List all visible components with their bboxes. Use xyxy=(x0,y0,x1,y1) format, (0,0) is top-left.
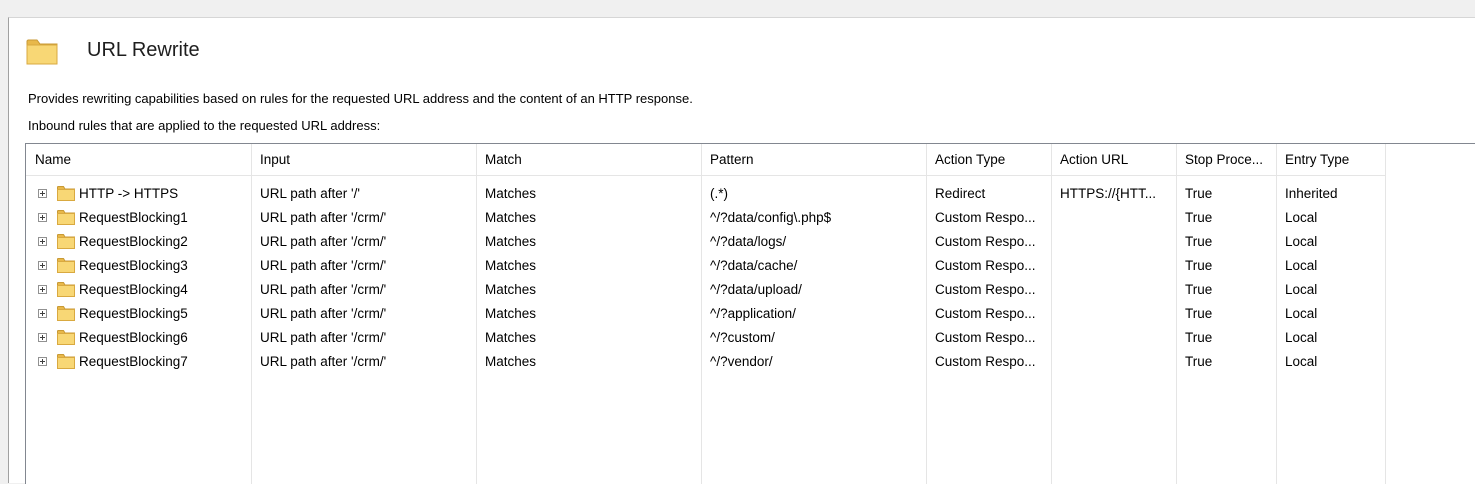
rule-entry-type: Local xyxy=(1285,354,1318,369)
rule-action-url xyxy=(1051,350,1176,374)
column-header-match[interactable]: Match xyxy=(476,144,701,175)
rule-input: URL path after '/crm/' xyxy=(260,258,387,273)
folder-icon xyxy=(26,39,58,65)
rule-stop-processing: True xyxy=(1185,234,1213,249)
rule-pattern: (.*) xyxy=(710,186,728,201)
rule-stop-processing: True xyxy=(1185,306,1213,321)
rule-entry-type: Local xyxy=(1285,258,1318,273)
rule-match: Matches xyxy=(485,282,537,297)
rule-match: Matches xyxy=(485,186,537,201)
rule-name: RequestBlocking1 xyxy=(79,210,188,225)
rule-match: Matches xyxy=(485,258,537,273)
table-row[interactable]: RequestBlocking6 URL path after '/crm/' … xyxy=(26,326,1385,350)
rule-pattern: ^/?data/logs/ xyxy=(710,234,787,249)
rule-stop-processing: True xyxy=(1185,258,1213,273)
rule-action-url xyxy=(1051,206,1176,230)
column-header-entry-type[interactable]: Entry Type xyxy=(1276,144,1385,175)
rule-action-type: Custom Respo... xyxy=(935,306,1036,321)
rule-pattern: ^/?data/cache/ xyxy=(710,258,798,273)
rule-action-url xyxy=(1051,278,1176,302)
rule-name: HTTP -> HTTPS xyxy=(79,186,179,201)
rule-action-type: Custom Respo... xyxy=(935,354,1036,369)
rule-pattern: ^/?custom/ xyxy=(710,330,775,345)
rule-stop-processing: True xyxy=(1185,330,1213,345)
rule-name: RequestBlocking5 xyxy=(79,306,188,321)
rule-input: URL path after '/crm/' xyxy=(260,354,387,369)
page-title: URL Rewrite xyxy=(87,39,200,61)
rule-name: RequestBlocking4 xyxy=(79,282,188,297)
rule-entry-type: Local xyxy=(1285,234,1318,249)
inbound-rules-label: Inbound rules that are applied to the re… xyxy=(28,118,381,133)
column-header-stop-processing[interactable]: Stop Proce... xyxy=(1176,144,1276,175)
rule-action-url xyxy=(1051,254,1176,278)
table-row[interactable]: RequestBlocking2 URL path after '/crm/' … xyxy=(26,230,1385,254)
table-row[interactable]: RequestBlocking7 URL path after '/crm/' … xyxy=(26,350,1385,374)
rule-match: Matches xyxy=(485,306,537,321)
table-row[interactable]: RequestBlocking4 URL path after '/crm/' … xyxy=(26,278,1385,302)
rule-action-url xyxy=(1051,326,1176,350)
rule-match: Matches xyxy=(485,210,537,225)
column-header-input[interactable]: Input xyxy=(251,144,476,175)
table-row[interactable]: RequestBlocking5 URL path after '/crm/' … xyxy=(26,302,1385,326)
header-divider xyxy=(26,175,1385,176)
rule-pattern: ^/?data/upload/ xyxy=(710,282,802,297)
rule-entry-type: Local xyxy=(1285,210,1318,225)
rule-entry-type: Local xyxy=(1285,330,1318,345)
rule-name: RequestBlocking6 xyxy=(79,330,188,345)
rule-action-type: Custom Respo... xyxy=(935,282,1036,297)
url-rewrite-panel: URL Rewrite Provides rewriting capabilit… xyxy=(8,17,1475,484)
rule-action-type: Custom Respo... xyxy=(935,210,1036,225)
rule-input: URL path after '/crm/' xyxy=(260,234,387,249)
rule-action-url xyxy=(1051,302,1176,326)
rule-action-type: Custom Respo... xyxy=(935,330,1036,345)
rule-match: Matches xyxy=(485,234,537,249)
rule-match: Matches xyxy=(485,354,537,369)
table-row[interactable]: RequestBlocking1 URL path after '/crm/' … xyxy=(26,206,1385,230)
rule-stop-processing: True xyxy=(1185,186,1213,201)
rule-name: RequestBlocking2 xyxy=(79,234,188,249)
table-row[interactable]: RequestBlocking3 URL path after '/crm/' … xyxy=(26,254,1385,278)
rule-entry-type: Inherited xyxy=(1285,186,1338,201)
rule-entry-type: Local xyxy=(1285,282,1318,297)
table-row[interactable]: HTTP -> HTTPS URL path after '/' Matches… xyxy=(26,182,1385,206)
feature-description: Provides rewriting capabilities based on… xyxy=(28,91,693,106)
rule-pattern: ^/?vendor/ xyxy=(710,354,773,369)
rule-stop-processing: True xyxy=(1185,354,1213,369)
rule-input: URL path after '/crm/' xyxy=(260,210,387,225)
rule-action-url xyxy=(1051,230,1176,254)
rule-entry-type: Local xyxy=(1285,306,1318,321)
rule-input: URL path after '/crm/' xyxy=(260,306,387,321)
rule-stop-processing: True xyxy=(1185,282,1213,297)
rule-pattern: ^/?data/config\.php$ xyxy=(710,210,832,225)
rule-action-type: Custom Respo... xyxy=(935,234,1036,249)
rule-action-url: HTTPS://{HTT... xyxy=(1060,186,1157,201)
column-header-action-url[interactable]: Action URL xyxy=(1051,144,1176,175)
column-divider xyxy=(1385,144,1386,484)
column-header-name[interactable]: Name xyxy=(26,144,251,175)
column-header-action-type[interactable]: Action Type xyxy=(926,144,1051,175)
inbound-rules-grid[interactable]: Name Input Match Pattern Action Type Act… xyxy=(25,143,1475,484)
rule-input: URL path after '/' xyxy=(260,186,360,201)
rule-name: RequestBlocking3 xyxy=(79,258,188,273)
rule-stop-processing: True xyxy=(1185,210,1213,225)
column-header-pattern[interactable]: Pattern xyxy=(701,144,926,175)
rule-pattern: ^/?application/ xyxy=(710,306,796,321)
rule-action-type: Custom Respo... xyxy=(935,258,1036,273)
rule-input: URL path after '/crm/' xyxy=(260,330,387,345)
rule-input: URL path after '/crm/' xyxy=(260,282,387,297)
rule-name: RequestBlocking7 xyxy=(79,354,188,369)
rule-match: Matches xyxy=(485,330,537,345)
rule-action-type: Redirect xyxy=(935,186,986,201)
